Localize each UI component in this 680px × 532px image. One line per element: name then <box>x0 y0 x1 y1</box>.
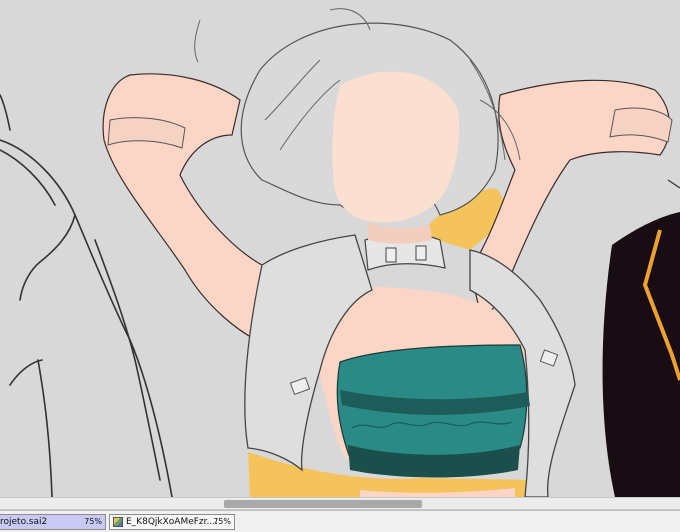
document-tab-2[interactable]: E_K8QjkXoAMeFzr.... 75% <box>109 514 235 530</box>
tab-zoom-level: 75% <box>84 517 102 526</box>
scrollbar-thumb[interactable] <box>224 500 422 508</box>
horizontal-scrollbar[interactable] <box>0 497 680 510</box>
document-tab-bar: rojeto.sai2 75% E_K8QjkXoAMeFzr.... 75% <box>0 510 680 532</box>
drawing-canvas[interactable] <box>0 0 680 497</box>
image-file-icon <box>113 517 123 527</box>
tab-file-name: rojeto.sai2 <box>0 517 48 527</box>
document-tab-1[interactable]: rojeto.sai2 75% <box>0 514 106 530</box>
tab-zoom-level: 75% <box>213 517 231 526</box>
artwork <box>0 0 680 497</box>
tab-file-name: E_K8QjkXoAMeFzr.... <box>126 517 218 527</box>
